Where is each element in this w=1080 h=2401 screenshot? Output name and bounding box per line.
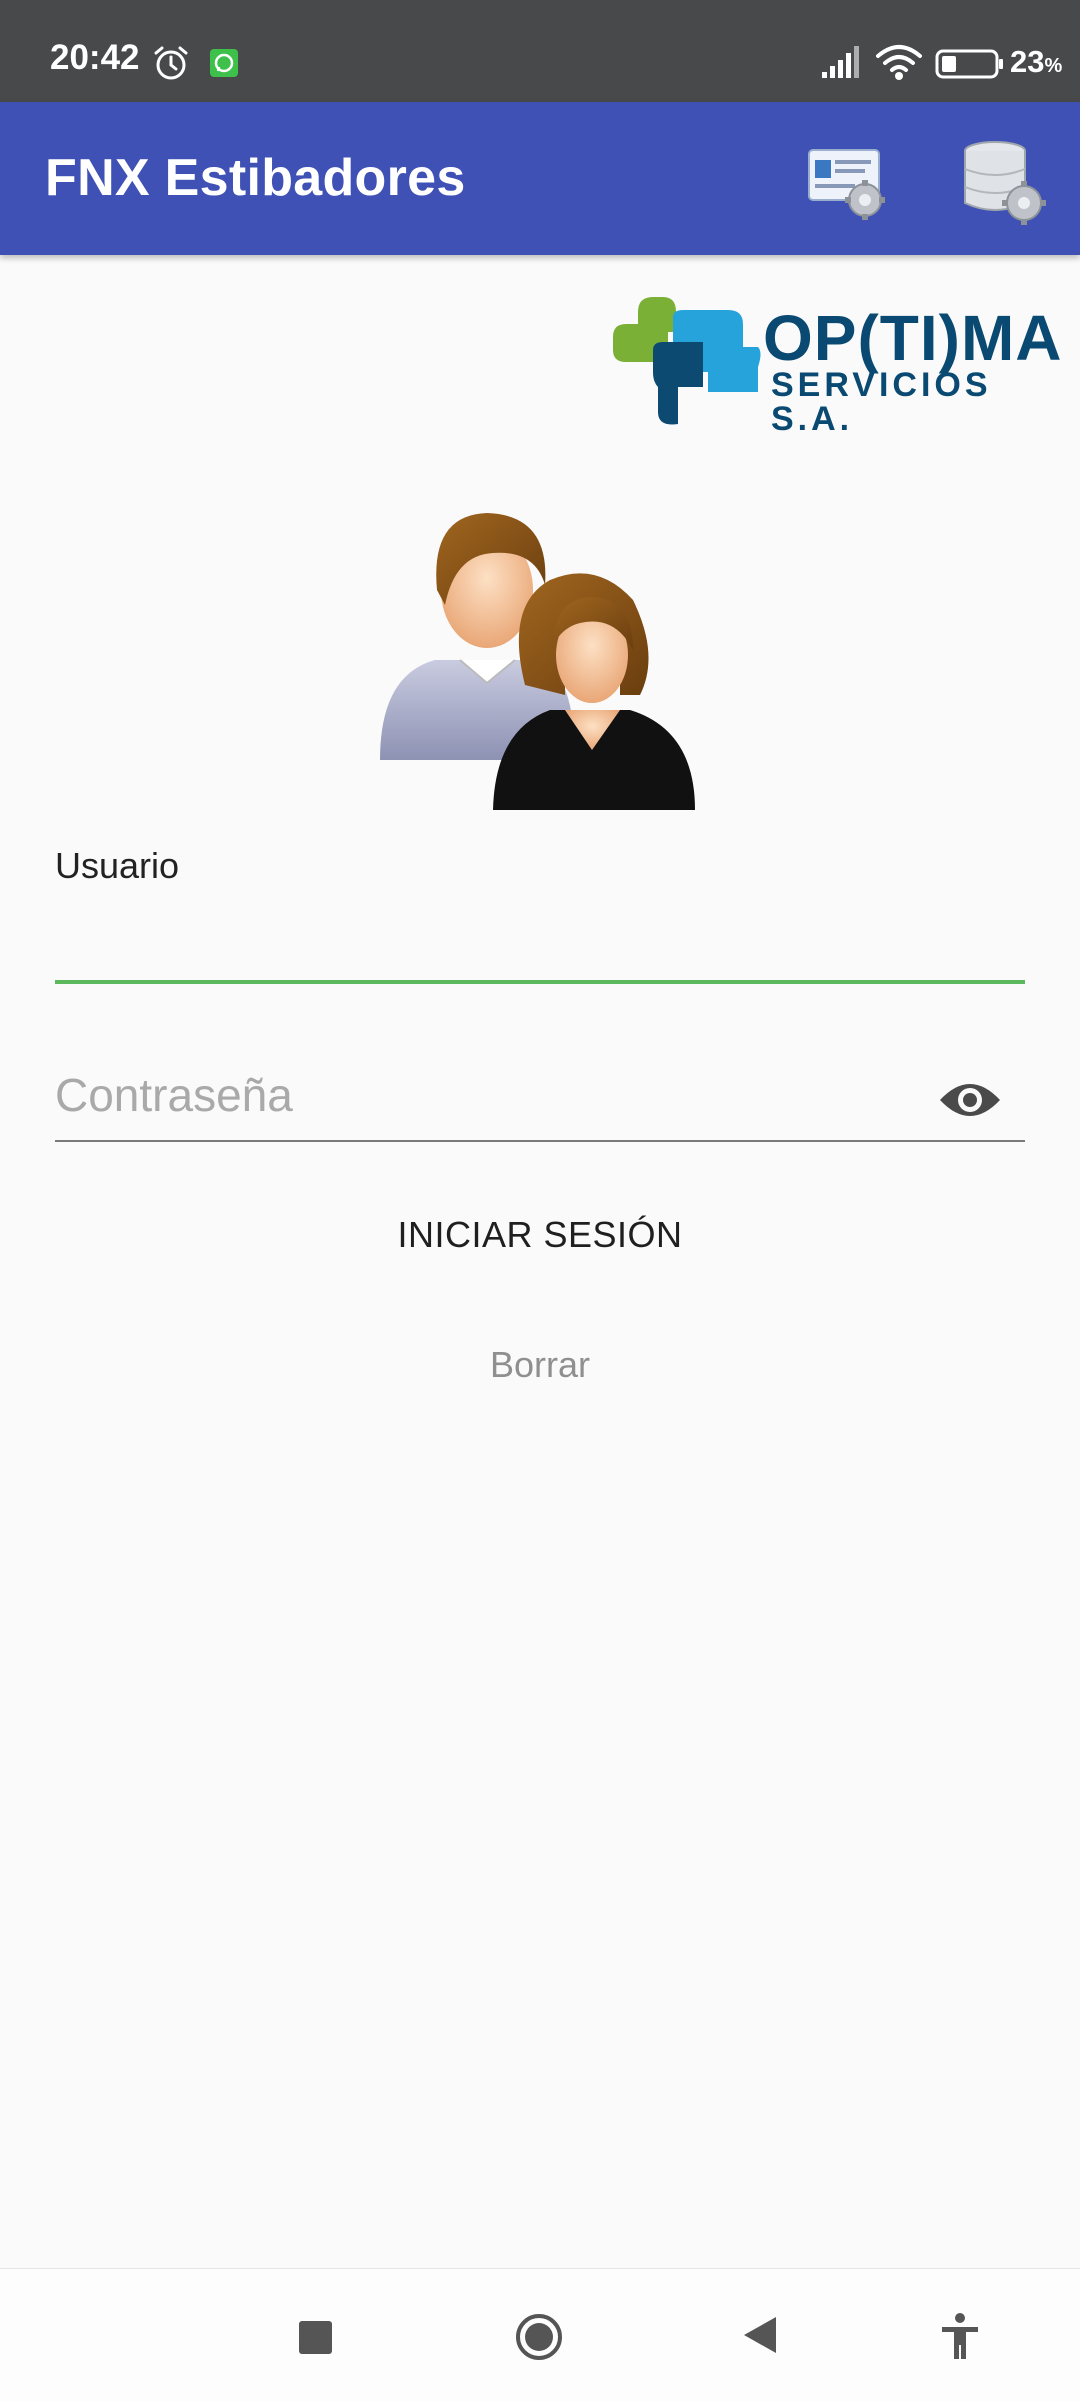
signal-icon [822,46,859,78]
username-input[interactable] [55,890,1025,984]
password-input[interactable] [55,1050,935,1140]
database-settings-icon [964,141,1046,225]
eye-icon [940,1084,1000,1116]
password-underline [55,1140,1025,1142]
status-time: 20:42 [50,38,140,77]
whatsapp-icon [210,49,238,77]
show-password-button[interactable] [938,1078,1002,1122]
clear-button[interactable]: Borrar [440,1330,640,1400]
app-bar: FNX Estibadores [0,102,1080,255]
accessibility-icon[interactable] [940,2313,980,2361]
battery-percentage: 23% [1010,44,1063,79]
id-card-settings-button[interactable] [805,142,895,222]
app-title: FNX Estibadores [45,149,466,207]
recents-icon[interactable] [299,2321,332,2354]
logo-mark-icon [613,297,761,425]
login-button[interactable]: INICIAR SESIÓN [340,1195,740,1275]
navigation-bar [0,2268,1080,2401]
users-icon [380,513,695,810]
home-icon[interactable] [515,2313,563,2361]
alarm-icon [154,46,188,80]
back-icon[interactable] [742,2315,778,2355]
database-settings-button[interactable] [960,137,1050,227]
battery-icon [935,49,1003,79]
wifi-icon [876,45,922,80]
company-logo: OP(TI)MA SERVICIOS S.A. [608,292,1062,436]
logo-title: OP(TI)MA [763,302,1063,374]
logo-subtitle: SERVICIOS S.A. [771,366,992,438]
status-bar: 20:42 23% [0,0,1080,102]
username-label: Usuario [55,845,180,886]
id-card-settings-icon [808,149,885,220]
